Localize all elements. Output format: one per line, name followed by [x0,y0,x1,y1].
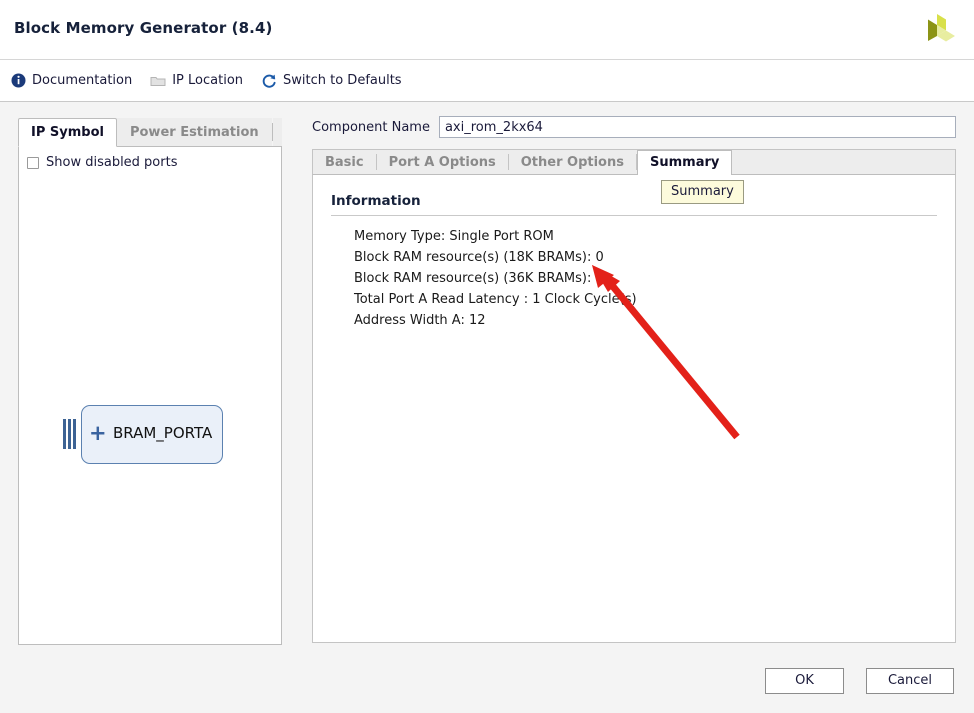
ok-button[interactable]: OK [765,668,844,694]
show-disabled-ports-label: Show disabled ports [46,155,178,170]
refresh-icon [261,73,277,89]
show-disabled-ports-row[interactable]: Show disabled ports [27,155,177,170]
toolbar-ip-location-label: IP Location [172,73,244,88]
component-name-label: Component Name [312,119,430,135]
list-item: Total Port A Read Latency : 1 Clock Cycl… [354,292,637,307]
folder-icon [150,73,166,89]
ip-symbol-canvas: Show disabled ports + BRAM_PORTA [18,147,282,645]
list-item: Address Width A: 12 [354,313,486,328]
dialog-body: IP Symbol Power Estimation Show disabled… [0,102,974,713]
info-icon [10,73,26,89]
tab-ip-symbol[interactable]: IP Symbol [18,118,117,147]
bus-connector-icon [63,419,76,449]
information-divider [331,215,937,216]
tab-port-a-options-label: Port A Options [388,154,496,170]
summary-tab-content: Information Memory Type: Single Port ROM… [312,175,956,643]
toolbar-ip-location-button[interactable]: IP Location [150,73,243,89]
config-tab-strip-filler [732,150,955,174]
left-tab-strip-filler [272,118,282,146]
component-name-row: Component Name [312,116,956,138]
window-title: Block Memory Generator (8.4) [14,19,273,37]
list-item: Block RAM resource(s) (18K BRAMs): 0 [354,250,604,265]
tab-ip-symbol-label: IP Symbol [31,125,104,140]
left-panel-tab-bar: IP Symbol Power Estimation [18,118,282,147]
tab-basic[interactable]: Basic [313,150,376,174]
tab-summary[interactable]: Summary [636,150,733,175]
config-tab-bar: Basic Port A Options Other Options Summa… [312,149,956,175]
tab-basic-label: Basic [325,154,364,170]
information-list: Memory Type: Single Port ROM Block RAM r… [331,226,937,331]
tab-summary-label: Summary [649,155,720,170]
toolbar-switch-to-defaults-button[interactable]: Switch to Defaults [261,73,402,89]
toolbar-switch-to-defaults-label: Switch to Defaults [283,73,402,88]
cancel-button[interactable]: Cancel [866,668,954,694]
tab-other-options[interactable]: Other Options [509,150,636,174]
toolbar-documentation-button[interactable]: Documentation [10,73,132,89]
bram-porta-symbol[interactable]: + BRAM_PORTA [63,405,278,465]
bram-porta-expander-icon[interactable]: + [89,423,107,444]
summary-tooltip: Summary [661,180,744,204]
configuration-panel: Component Name Basic Port A Options Othe… [312,116,956,646]
show-disabled-ports-checkbox[interactable] [27,156,39,169]
information-heading: Information [331,193,421,209]
window-title-bar: Block Memory Generator (8.4) [0,0,974,60]
tab-power-estimation[interactable]: Power Estimation [116,118,272,146]
component-name-input[interactable] [438,116,956,138]
dialog-footer: OK Cancel [0,655,974,713]
tab-port-a-options[interactable]: Port A Options [377,150,508,174]
bram-porta-label: BRAM_PORTA [113,424,213,442]
toolbar: Documentation IP Location Switch to Defa… [0,60,974,102]
toolbar-documentation-label: Documentation [32,73,133,88]
tab-other-options-label: Other Options [520,154,624,170]
list-item: Memory Type: Single Port ROM [354,229,554,244]
xilinx-logo-icon [928,14,955,42]
tab-power-estimation-label: Power Estimation [129,124,259,140]
list-item: Block RAM resource(s) (36K BRAMs): 8 [354,271,604,286]
ip-symbol-panel: IP Symbol Power Estimation Show disabled… [18,118,282,645]
